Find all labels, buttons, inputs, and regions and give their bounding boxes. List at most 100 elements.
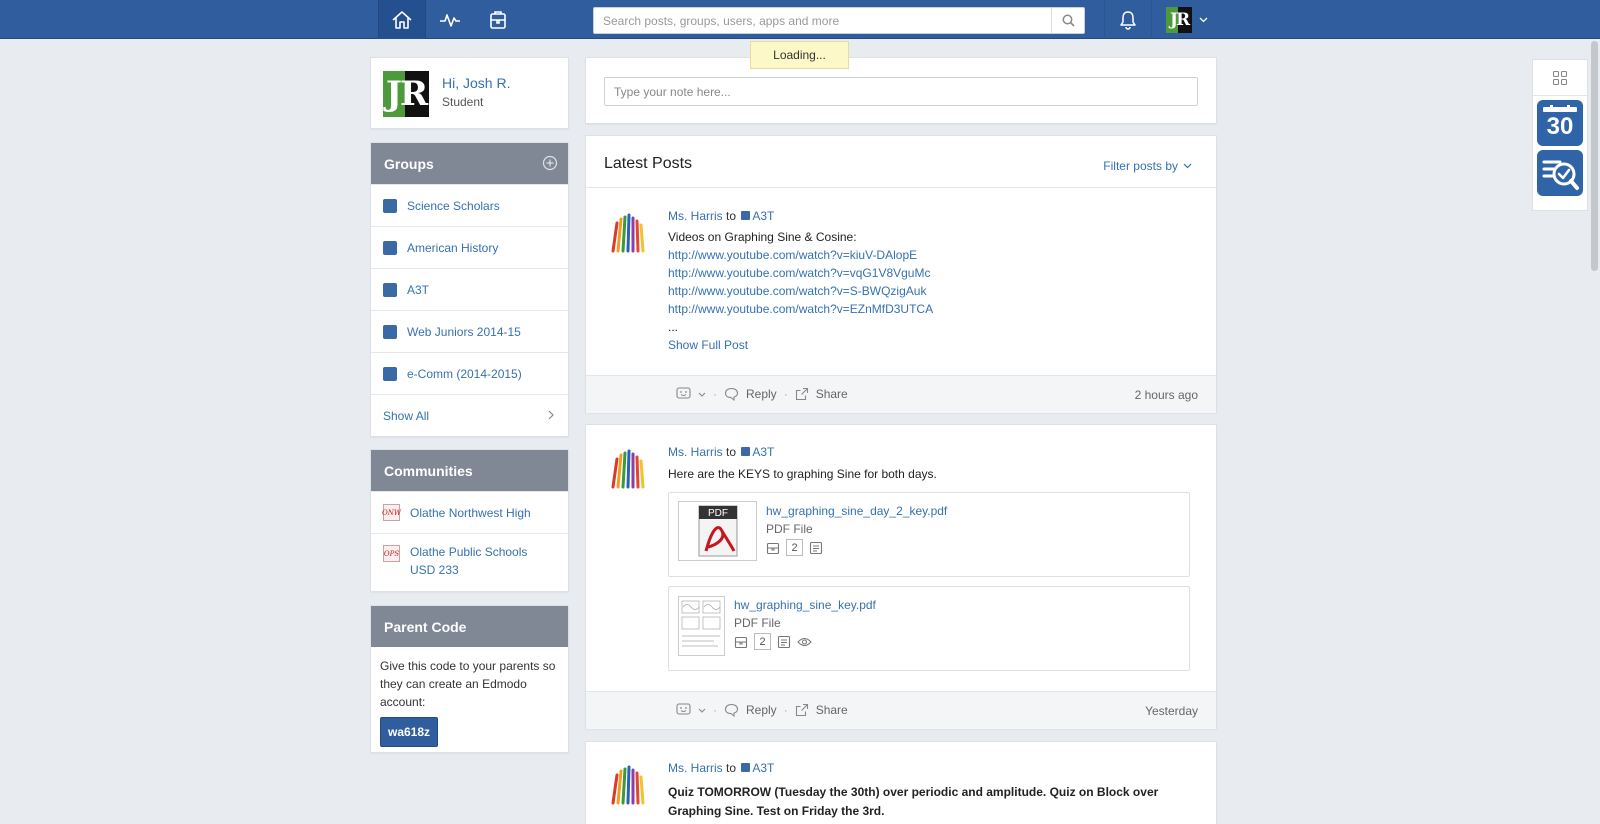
- group-color-square: [741, 763, 751, 772]
- reply-icon[interactable]: [724, 703, 739, 717]
- community-item[interactable]: OPS Olathe Public Schools USD 233: [371, 533, 568, 592]
- group-item[interactable]: A3T: [371, 268, 568, 310]
- teacher-avatar[interactable]: [608, 209, 648, 253]
- attachment-type: PDF File: [766, 522, 813, 536]
- group-color-square: [383, 282, 397, 297]
- post-text: Here are the KEYS to graphing Sine for b…: [668, 467, 937, 481]
- post-group[interactable]: A3T: [752, 209, 774, 223]
- attachment-card[interactable]: PDF hw_graphing_sine_day_2_key.pdf PDF F…: [668, 492, 1190, 577]
- pdf-file-icon: PDF: [678, 501, 757, 561]
- group-item[interactable]: American History: [371, 226, 568, 268]
- reaction-icon[interactable]: [676, 703, 691, 717]
- separator: ·: [783, 703, 788, 717]
- home-icon: [392, 10, 412, 29]
- notes-icon[interactable]: [777, 635, 791, 649]
- group-label: Science Scholars: [407, 198, 500, 213]
- attachment-name[interactable]: hw_graphing_sine_day_2_key.pdf: [766, 504, 947, 518]
- share-icon[interactable]: [795, 703, 809, 717]
- post-footer: · Reply · Share 2 hours ago: [586, 375, 1216, 413]
- community-item[interactable]: ONW Olathe Northwest High: [371, 491, 568, 533]
- reply-icon[interactable]: [724, 387, 739, 401]
- communities-panel: Communities ONW Olathe Northwest High OP…: [370, 449, 569, 592]
- chevron-down-icon: [1199, 17, 1208, 22]
- backpack-button[interactable]: [474, 0, 522, 39]
- post-sender[interactable]: Ms. Harris: [668, 761, 723, 775]
- show-full-post-link[interactable]: Show Full Post: [668, 336, 933, 354]
- community-label: Olathe Northwest High: [410, 505, 531, 520]
- profile-role: Student: [442, 95, 484, 109]
- notes-icon[interactable]: [809, 541, 823, 555]
- group-item[interactable]: e-Comm (2014-2015): [371, 352, 568, 394]
- teacher-avatar[interactable]: [608, 445, 648, 489]
- post-group[interactable]: A3T: [752, 761, 774, 775]
- school-logo-icon: ONW: [382, 504, 401, 521]
- loading-indicator: Loading...: [750, 41, 849, 69]
- filter-posts-button[interactable]: Filter posts by: [1103, 159, 1192, 173]
- page-scrollbar[interactable]: [1591, 41, 1598, 271]
- notifications-button[interactable]: [1104, 0, 1152, 39]
- group-color-square: [383, 324, 397, 339]
- avatar: JR: [1166, 6, 1192, 33]
- post-sender[interactable]: Ms. Harris: [668, 445, 723, 459]
- home-button[interactable]: [378, 0, 426, 39]
- backpack-icon[interactable]: [734, 635, 748, 649]
- post-card: Ms. Harris to A3T Here are the KEYS to g…: [585, 424, 1217, 729]
- search-input[interactable]: [594, 8, 1044, 33]
- group-color-square: [741, 211, 751, 220]
- post-link[interactable]: http://www.youtube.com/watch?v=S-BWQzigA…: [668, 282, 933, 300]
- share-icon[interactable]: [795, 387, 809, 401]
- post-link[interactable]: http://www.youtube.com/watch?v=kiuV-DAlo…: [668, 246, 933, 264]
- quiz-app-button[interactable]: [1537, 150, 1583, 196]
- feed-title: Latest Posts: [604, 155, 693, 172]
- reply-button[interactable]: Reply: [746, 703, 777, 717]
- backpack-icon[interactable]: [766, 541, 780, 555]
- group-color-square: [741, 447, 751, 456]
- group-label: Web Juniors 2014-15: [407, 324, 521, 339]
- school-logo-icon: OPS: [383, 545, 400, 562]
- post-sender[interactable]: Ms. Harris: [668, 209, 723, 223]
- show-all-groups[interactable]: Show All: [371, 394, 568, 436]
- group-item[interactable]: Science Scholars: [371, 184, 568, 226]
- attachment-card[interactable]: hw_graphing_sine_key.pdf PDF File 2: [668, 586, 1190, 671]
- group-color-square: [383, 198, 397, 213]
- attachment-type: PDF File: [734, 616, 781, 630]
- activity-button[interactable]: [426, 0, 474, 39]
- apps-button[interactable]: [1533, 60, 1587, 96]
- add-group-icon[interactable]: [542, 155, 558, 171]
- parent-code-badge[interactable]: wa618z: [380, 717, 439, 747]
- activity-icon: [440, 13, 460, 27]
- calendar-day: 30: [1546, 113, 1574, 140]
- apps-grid-icon: [1552, 70, 1568, 85]
- groups-panel: Groups Science Scholars American History…: [370, 142, 569, 437]
- groups-title: Groups: [384, 155, 434, 172]
- search-button[interactable]: [1051, 8, 1084, 33]
- profile-name[interactable]: Hi, Josh R.: [442, 75, 510, 91]
- note-input[interactable]: [604, 77, 1198, 106]
- post-footer: · Reply · Share Yesterday: [586, 691, 1216, 729]
- eye-icon[interactable]: [797, 636, 812, 648]
- reaction-icon[interactable]: [676, 387, 691, 401]
- bell-icon: [1120, 10, 1136, 30]
- group-label: American History: [407, 240, 499, 255]
- svg-text:PDF: PDF: [708, 508, 728, 519]
- account-menu[interactable]: JR: [1160, 0, 1220, 39]
- parent-code-header: Parent Code: [371, 606, 568, 647]
- profile-avatar[interactable]: JR: [383, 71, 429, 117]
- post-body: Videos on Graphing Sine & Cosine: http:/…: [668, 228, 933, 354]
- post-link[interactable]: http://www.youtube.com/watch?v=vqG1V8Vgu…: [668, 264, 933, 282]
- teacher-avatar[interactable]: [608, 761, 648, 805]
- reply-button[interactable]: Reply: [746, 387, 777, 401]
- share-button[interactable]: Share: [816, 387, 848, 401]
- share-button[interactable]: Share: [816, 703, 848, 717]
- chevron-down-icon[interactable]: [698, 708, 706, 713]
- post-header: Ms. Harris to A3T: [668, 761, 774, 775]
- post-link[interactable]: http://www.youtube.com/watch?v=EZnMfD3UT…: [668, 300, 933, 318]
- chevron-right-icon: [548, 410, 554, 420]
- chevron-down-icon[interactable]: [698, 392, 706, 397]
- group-color-square: [383, 240, 397, 255]
- group-label: e-Comm (2014-2015): [407, 366, 522, 381]
- calendar-app-button[interactable]: 30: [1537, 100, 1583, 146]
- post-group[interactable]: A3T: [752, 445, 774, 459]
- group-item[interactable]: Web Juniors 2014-15: [371, 310, 568, 352]
- attachment-name[interactable]: hw_graphing_sine_key.pdf: [734, 598, 876, 612]
